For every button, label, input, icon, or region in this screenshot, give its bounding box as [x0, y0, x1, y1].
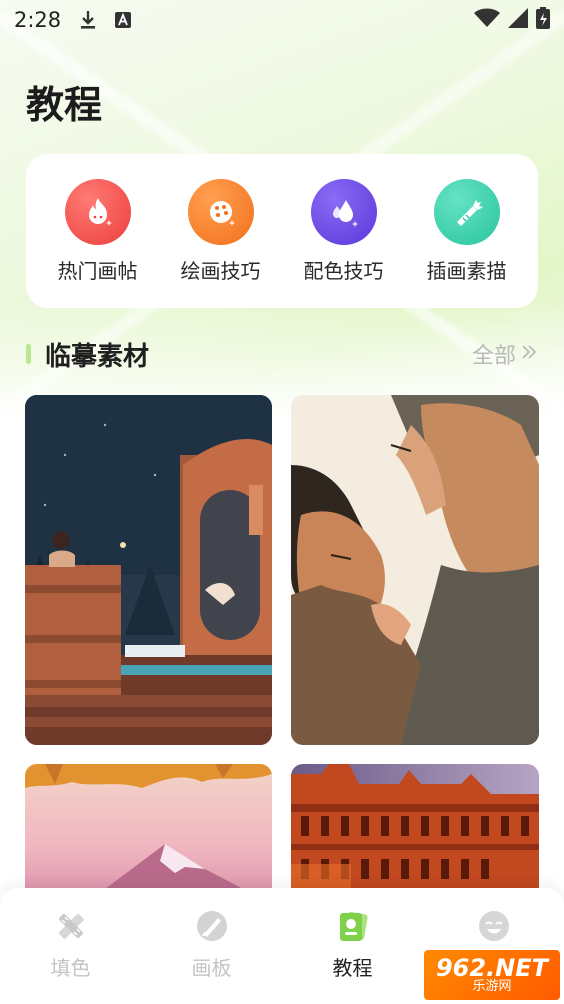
copy-materials-header: 临摹素材 全部 — [26, 334, 538, 374]
category-hot-posts[interactable]: 热门画帖 — [42, 178, 154, 284]
material-tile-mountain[interactable] — [25, 764, 272, 904]
carrot-icon — [433, 178, 500, 245]
page-title: 教程 — [26, 83, 103, 127]
pencil-ruler-icon — [51, 906, 91, 946]
brush-icon — [192, 906, 232, 946]
nav-tab-drawing-board[interactable]: 画板 — [152, 906, 272, 981]
category-card: 热门画帖 绘画技巧 配色技巧 插画素描 — [26, 154, 538, 308]
droplets-icon — [310, 178, 377, 245]
material-tile-couple[interactable] — [291, 395, 539, 745]
status-right — [474, 7, 550, 33]
category-label: 热门画帖 — [57, 258, 138, 283]
palette-icon — [187, 178, 254, 245]
status-time: 2:28 — [14, 8, 62, 32]
nav-tab-tutorial[interactable]: 教程 — [293, 906, 413, 981]
material-tile-buildings[interactable] — [291, 764, 539, 904]
watermark-bottom-text: 乐游网 — [472, 978, 512, 994]
site-watermark-logo: 962.NET 乐游网 — [424, 950, 560, 1000]
nav-label: 教程 — [332, 956, 373, 980]
font-app-icon — [115, 12, 132, 28]
signal-icon — [508, 8, 528, 32]
status-bar: 2:28 — [0, 0, 564, 40]
category-color-skills[interactable]: 配色技巧 — [288, 178, 400, 284]
view-all-link[interactable]: 全部 — [472, 338, 538, 370]
section-accent-bar — [26, 344, 31, 364]
view-all-label: 全部 — [471, 344, 516, 369]
material-tile-hot-tub[interactable] — [25, 395, 272, 745]
hot-tub-illustration — [25, 395, 272, 745]
section-title: 临摹素材 — [45, 341, 150, 372]
watermark-top-text: 962.NET — [435, 953, 549, 982]
download-icon — [79, 10, 97, 30]
nav-label: 填色 — [50, 956, 91, 980]
nav-label: 画板 — [191, 956, 232, 980]
battery-icon — [536, 7, 550, 33]
double-chevron-right-icon — [520, 342, 538, 367]
category-illustration-sketch[interactable]: 插画素描 — [411, 178, 523, 284]
tutorial-card-icon — [333, 906, 373, 946]
category-drawing-skills[interactable]: 绘画技巧 — [165, 178, 277, 284]
fire-icon — [64, 178, 131, 245]
couple-illustration — [291, 395, 539, 745]
buildings-illustration — [291, 764, 539, 904]
category-label: 插画素描 — [426, 258, 507, 283]
wifi-icon — [474, 8, 500, 32]
smile-icon — [474, 906, 514, 946]
category-label: 配色技巧 — [303, 258, 384, 283]
mountain-illustration — [25, 764, 272, 904]
category-label: 绘画技巧 — [180, 258, 261, 283]
nav-tab-coloring[interactable]: 填色 — [11, 906, 131, 981]
